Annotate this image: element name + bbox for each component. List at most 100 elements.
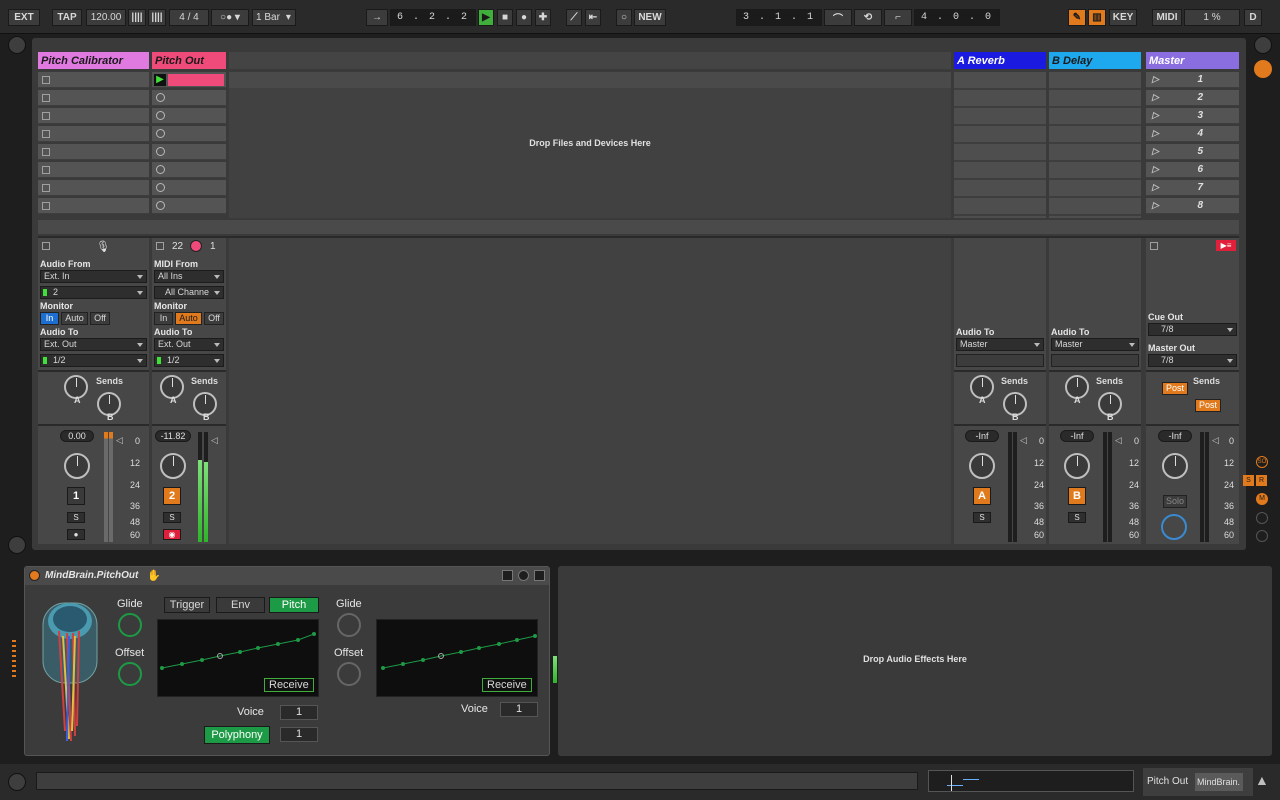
computer-keyboard-icon[interactable]: ▥: [1088, 9, 1106, 26]
track-header-a-reverb[interactable]: A Reverb: [954, 52, 1046, 69]
voice-field[interactable]: 1: [280, 705, 318, 720]
audio-to-dropdown[interactable]: Ext. Out: [40, 338, 147, 351]
record-slot-icon[interactable]: [156, 147, 165, 156]
tap-tempo-button[interactable]: TAP: [52, 9, 82, 26]
tab-trigger[interactable]: Trigger: [164, 597, 210, 613]
record-slot-icon[interactable]: [156, 93, 165, 102]
clip-slot[interactable]: [38, 180, 149, 196]
cue-volume-knob[interactable]: [1161, 514, 1187, 540]
scene-launch-icon[interactable]: ▷: [1152, 128, 1159, 139]
track-header-pitch-out[interactable]: Pitch Out: [152, 52, 226, 69]
clip-slot[interactable]: [38, 162, 149, 178]
monitor-off-button[interactable]: Off: [204, 312, 224, 325]
volume-value[interactable]: -Inf: [1158, 430, 1192, 442]
scene-launch-icon[interactable]: ▷: [1152, 200, 1159, 211]
record-slot-icon[interactable]: [156, 111, 165, 120]
detail-view-toggle-icon[interactable]: ▲: [1255, 772, 1269, 788]
clip[interactable]: [168, 74, 224, 86]
output-channel-dropdown[interactable]: 1/2: [40, 354, 147, 367]
clip-slot[interactable]: [152, 90, 226, 106]
clip-slot[interactable]: [38, 198, 149, 214]
session-record-icon[interactable]: ○: [616, 9, 632, 26]
audio-to-dropdown[interactable]: Master: [1051, 338, 1139, 351]
polyphony-button[interactable]: Polyphony: [204, 726, 270, 744]
hot-swap-icon[interactable]: ✋: [147, 569, 161, 582]
automation-arm-icon[interactable]: ⟋: [566, 9, 582, 26]
quantize-menu[interactable]: 1 Bar ▾: [252, 9, 296, 26]
clip-slot[interactable]: [38, 144, 149, 160]
punch-out-icon[interactable]: ⌐: [884, 9, 912, 26]
stop-icon[interactable]: [42, 76, 50, 84]
scene[interactable]: ▷ 5: [1146, 144, 1239, 160]
show-mixer-toggle[interactable]: M: [1256, 493, 1268, 505]
stop-icon[interactable]: [42, 166, 50, 174]
draw-mode-icon[interactable]: ✎: [1068, 9, 1086, 26]
scene[interactable]: ▷ 8: [1146, 198, 1239, 214]
microphone-icon[interactable]: 🎙: [96, 240, 110, 253]
arm-button[interactable]: ●: [67, 529, 85, 540]
monitor-in-button[interactable]: In: [154, 312, 173, 325]
track-header-pitch-calibrator[interactable]: Pitch Calibrator: [38, 52, 149, 69]
audio-effects-drop-area[interactable]: Drop Audio Effects Here: [558, 566, 1272, 756]
solo-button[interactable]: S: [973, 512, 991, 523]
ext-sync-button[interactable]: EXT: [8, 9, 40, 26]
glide-knob-2[interactable]: [337, 613, 361, 637]
show-io-toggle[interactable]: SO: [1256, 456, 1268, 468]
stop-icon[interactable]: [42, 130, 50, 138]
post-a-button[interactable]: Post: [1162, 382, 1188, 395]
overview-thumbnail[interactable]: [928, 770, 1134, 792]
device-chain-handle-icon[interactable]: [12, 640, 16, 680]
loop-length-field[interactable]: 4 . 0 . 0: [914, 9, 1000, 26]
clip-slot[interactable]: [152, 108, 226, 124]
cue-out-dropdown[interactable]: 7/8: [1148, 323, 1237, 336]
solo-button[interactable]: S: [67, 512, 85, 523]
stop-icon[interactable]: ■: [497, 9, 513, 26]
track-header-b-delay[interactable]: B Delay: [1049, 52, 1141, 69]
scene[interactable]: ▷ 4: [1146, 126, 1239, 142]
scene[interactable]: ▷ 1: [1146, 72, 1239, 88]
monitor-in-button[interactable]: In: [40, 312, 59, 325]
audio-from-dropdown[interactable]: Ext. In: [40, 270, 147, 283]
clip-slot[interactable]: [38, 108, 149, 124]
back-to-arrangement-icon[interactable]: ⇤: [585, 9, 601, 26]
clip-slot[interactable]: [152, 198, 226, 214]
loop-start-field[interactable]: 3 . 1 . 1: [736, 9, 822, 26]
play-icon[interactable]: ▶: [478, 9, 494, 26]
clip-slots-a-reverb[interactable]: [954, 72, 1046, 218]
record-slot-icon[interactable]: [156, 129, 165, 138]
punch-in-icon[interactable]: ⌒: [824, 9, 852, 26]
volume-knob[interactable]: [64, 453, 90, 479]
bank-number[interactable]: 1: [210, 241, 216, 252]
stop-icon[interactable]: [42, 202, 50, 210]
scene-launch-icon[interactable]: ▷: [1152, 182, 1159, 193]
scene-launch-icon[interactable]: ▷: [1152, 92, 1159, 103]
menu-icon[interactable]: [1254, 36, 1272, 54]
time-signature-field[interactable]: 4 / 4: [169, 9, 209, 26]
clip-slot-playing[interactable]: ▶: [152, 72, 226, 88]
volume-knob[interactable]: [969, 453, 995, 479]
unfold-icon[interactable]: [518, 570, 529, 581]
program-number[interactable]: 22: [172, 241, 183, 252]
overdub-icon[interactable]: ✚: [535, 9, 551, 26]
monitor-off-button[interactable]: Off: [90, 312, 110, 325]
scene-launch-icon[interactable]: ▷: [1152, 146, 1159, 157]
clip-slot[interactable]: [38, 90, 149, 106]
glide-knob[interactable]: [118, 613, 142, 637]
stop-icon[interactable]: [42, 242, 50, 250]
volume-value[interactable]: -Inf: [965, 430, 999, 442]
volume-knob[interactable]: [1064, 453, 1090, 479]
midi-from-dropdown[interactable]: All Ins: [154, 270, 224, 283]
crossfader-toggle[interactable]: [1256, 512, 1268, 524]
track-delay-toggle[interactable]: [1256, 530, 1268, 542]
output-channel-field[interactable]: [1051, 354, 1139, 367]
solo-button[interactable]: S: [1068, 512, 1086, 523]
output-channel-dropdown[interactable]: 1/2: [154, 354, 224, 367]
track-activator-button[interactable]: 1: [67, 487, 85, 505]
record-slot-icon[interactable]: [156, 201, 165, 210]
volume-value[interactable]: -11.82: [155, 430, 191, 442]
selected-track-name[interactable]: Pitch Out: [1147, 776, 1188, 787]
scene[interactable]: ▷ 3: [1146, 108, 1239, 124]
track-activator-button[interactable]: B: [1068, 487, 1086, 505]
key-map-button[interactable]: KEY: [1109, 9, 1137, 26]
scene-launch-icon[interactable]: ▷: [1152, 110, 1159, 121]
